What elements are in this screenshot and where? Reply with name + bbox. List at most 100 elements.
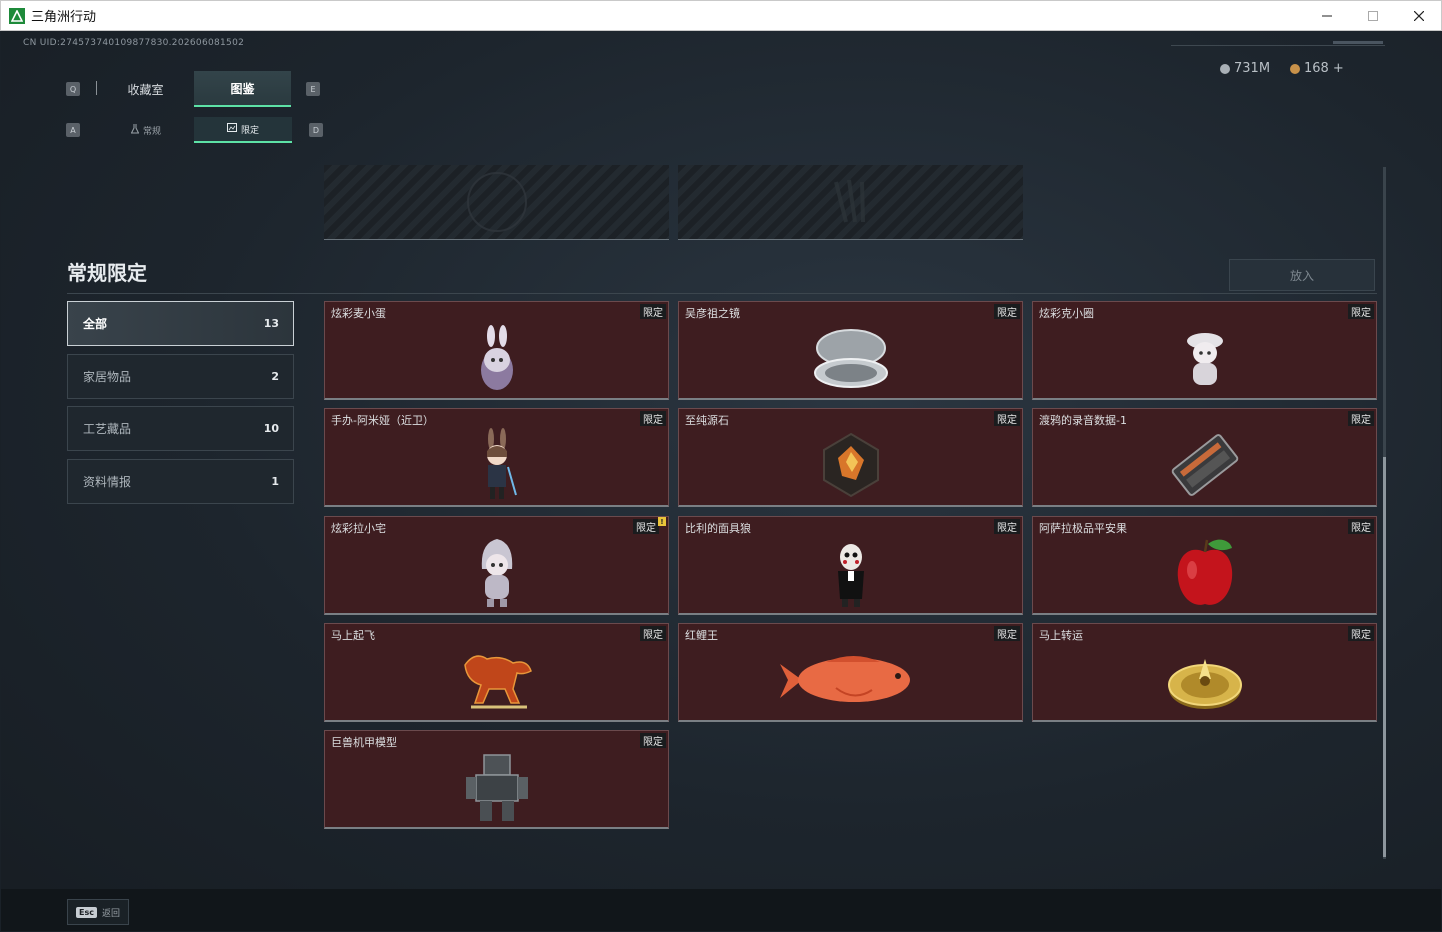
item-card[interactable]: 手办-阿米娅（近卫） 限定 bbox=[324, 408, 669, 507]
mech-model-icon bbox=[422, 745, 572, 829]
limited-badge: 限定 bbox=[1348, 411, 1374, 426]
money-amount: 731M bbox=[1234, 61, 1271, 76]
limited-badge: 限定 bbox=[994, 626, 1020, 641]
close-button[interactable] bbox=[1396, 1, 1442, 31]
tab-collection-room[interactable]: 收藏室 bbox=[97, 71, 194, 107]
flying-horse-icon bbox=[422, 638, 572, 722]
item-name: 炫彩克小圈 bbox=[1039, 307, 1094, 320]
item-name: 吴彦祖之镜 bbox=[685, 307, 740, 320]
window-titlebar: 三角洲行动 bbox=[0, 0, 1442, 31]
item-name: 比利的面具狼 bbox=[685, 522, 751, 535]
subtab-regular[interactable]: 常规 bbox=[97, 117, 195, 143]
put-in-button[interactable]: 放入 bbox=[1229, 259, 1375, 291]
game-viewport: CN UID:274573740109877830.202606081502 Q… bbox=[1, 31, 1441, 931]
content-scrollbar[interactable] bbox=[1383, 167, 1386, 859]
originium-crystal-icon bbox=[776, 423, 926, 507]
item-name: 渡鸦的录音数据-1 bbox=[1039, 414, 1127, 427]
item-card[interactable]: 红鲤王 限定 bbox=[678, 623, 1023, 722]
item-card[interactable]: 至纯源石 限定 bbox=[678, 408, 1023, 507]
item-card[interactable]: 渡鸦的录音数据-1 限定 bbox=[1032, 408, 1377, 507]
money-display: 731M bbox=[1220, 61, 1270, 76]
limited-badge: 限定 bbox=[633, 519, 659, 534]
limited-badge: 限定 bbox=[994, 519, 1020, 534]
item-name: 马上转运 bbox=[1039, 629, 1083, 642]
category-count: 10 bbox=[263, 422, 279, 435]
add-coin-button[interactable]: + bbox=[1333, 61, 1344, 76]
item-name: 炫彩麦小蛋 bbox=[331, 307, 386, 320]
app-logo-icon bbox=[9, 7, 25, 24]
item-card[interactable]: 比利的面具狼 限定 bbox=[678, 516, 1023, 615]
category-label: 工艺藏品 bbox=[83, 422, 132, 436]
item-name: 红鲤王 bbox=[685, 629, 718, 642]
key-hint-next-tab: E bbox=[306, 82, 320, 96]
item-card[interactable]: 吴彦祖之镜 限定 bbox=[678, 301, 1023, 400]
category-furniture[interactable]: 家居物品 2 bbox=[67, 354, 294, 399]
key-hint-next-subtab: D bbox=[309, 123, 323, 137]
back-label: 返回 bbox=[101, 908, 120, 919]
tab-codex[interactable]: 图鉴 bbox=[194, 71, 291, 107]
key-hint-prev-tab: Q bbox=[66, 82, 80, 96]
limited-badge: 限定 bbox=[1348, 519, 1374, 534]
limited-badge: 限定 bbox=[994, 411, 1020, 426]
section-title: 常规限定 bbox=[67, 261, 147, 285]
item-card[interactable]: 炫彩拉小宅 限定 ! bbox=[324, 516, 669, 615]
subtab-limited-label: 限定 bbox=[240, 125, 259, 136]
coin-amount: 168 bbox=[1304, 61, 1329, 76]
item-card[interactable]: 马上转运 限定 bbox=[1032, 623, 1377, 722]
scrollbar-thumb[interactable] bbox=[1383, 457, 1386, 857]
item-name: 巨兽机甲模型 bbox=[331, 736, 397, 749]
minimize-button[interactable] bbox=[1304, 1, 1350, 31]
gold-coin-icon bbox=[1290, 63, 1300, 74]
category-label: 资料情报 bbox=[83, 475, 132, 489]
item-card[interactable]: 巨兽机甲模型 限定 bbox=[324, 730, 669, 829]
top-right-divider bbox=[1171, 45, 1385, 46]
display-emblem-icon bbox=[466, 172, 527, 232]
item-card[interactable]: 马上起飞 限定 bbox=[324, 623, 669, 722]
coin-display[interactable]: 168 + bbox=[1290, 61, 1344, 76]
back-button[interactable]: Esc 返回 bbox=[67, 899, 129, 925]
subtab-limited[interactable]: 限定 bbox=[194, 117, 292, 143]
golden-wheel-icon bbox=[1130, 638, 1280, 722]
category-all[interactable]: 全部 13 bbox=[67, 301, 294, 346]
apple-icon bbox=[1130, 531, 1280, 615]
limited-badge: 限定 bbox=[640, 733, 666, 748]
category-crafts[interactable]: 工艺藏品 10 bbox=[67, 406, 294, 451]
category-count: 2 bbox=[271, 370, 279, 383]
category-label: 家居物品 bbox=[83, 370, 132, 384]
limited-badge: 限定 bbox=[640, 626, 666, 641]
item-name: 炫彩拉小宅 bbox=[331, 522, 386, 535]
category-count: 13 bbox=[263, 317, 279, 330]
esc-key-hint: Esc bbox=[76, 906, 97, 918]
item-card[interactable]: 阿萨拉极品平安果 限定 bbox=[1032, 516, 1377, 615]
limited-badge: 限定 bbox=[640, 304, 666, 319]
category-intel[interactable]: 资料情报 1 bbox=[67, 459, 294, 504]
item-card[interactable]: 炫彩克小圈 限定 bbox=[1032, 301, 1377, 400]
item-name: 手办-阿米娅（近卫） bbox=[331, 414, 434, 427]
billy-puppet-icon bbox=[776, 531, 926, 615]
data-recorder-icon bbox=[1130, 423, 1280, 507]
limited-badge: 限定 bbox=[1348, 304, 1374, 319]
item-name: 至纯源石 bbox=[685, 414, 729, 427]
limited-badge: 限定 bbox=[1348, 626, 1374, 641]
window-title: 三角洲行动 bbox=[31, 10, 97, 25]
new-alert-badge: ! bbox=[658, 517, 666, 526]
display-slot-1[interactable] bbox=[324, 165, 669, 240]
limited-badge: 限定 bbox=[994, 304, 1020, 319]
key-hint-prev-subtab: A bbox=[66, 123, 80, 137]
player-uid: CN UID:274573740109877830.202606081502 bbox=[23, 38, 245, 48]
category-count: 1 bbox=[271, 475, 279, 488]
maximize-button[interactable] bbox=[1350, 1, 1396, 31]
top-right-accent bbox=[1333, 41, 1383, 44]
section-divider bbox=[67, 293, 1377, 294]
flask-icon bbox=[130, 123, 140, 137]
item-name: 马上起飞 bbox=[331, 629, 375, 642]
claw-mark-icon bbox=[821, 172, 881, 232]
hooded-figure-icon bbox=[422, 531, 572, 615]
money-coin-icon bbox=[1220, 63, 1230, 74]
compact-mirror-icon bbox=[776, 316, 926, 400]
item-card[interactable]: 炫彩麦小蛋 限定 bbox=[324, 301, 669, 400]
limited-badge: 限定 bbox=[640, 411, 666, 426]
picture-icon bbox=[226, 123, 237, 135]
display-slot-2[interactable] bbox=[678, 165, 1023, 240]
tab-divider bbox=[96, 81, 97, 95]
